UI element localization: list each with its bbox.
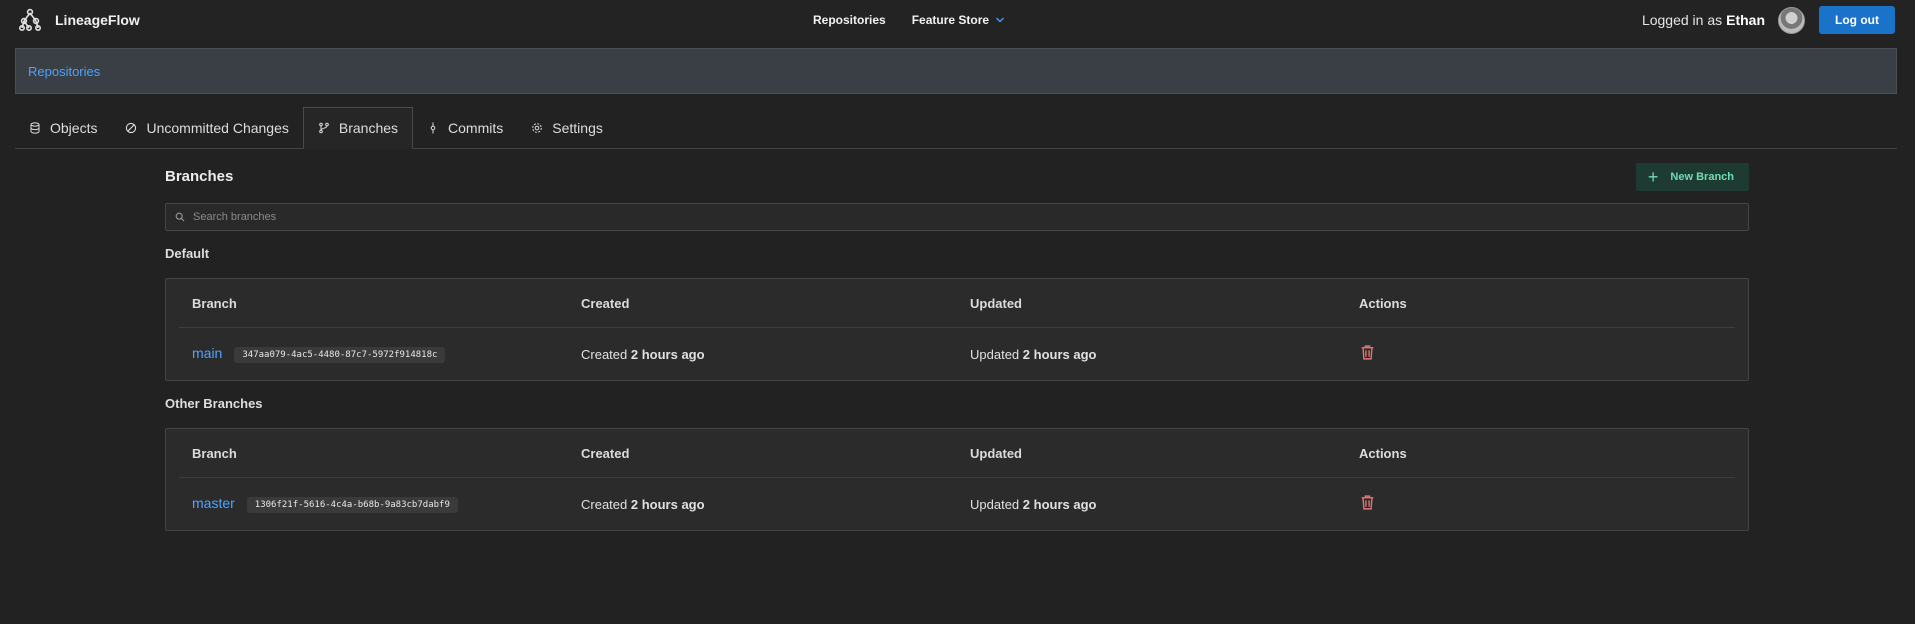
created-cell: Created 2 hours ago (568, 347, 957, 362)
default-branches-table: Branch Created Updated Actions main 347aa… (165, 278, 1749, 381)
col-branch: Branch (192, 295, 237, 311)
plus-icon: + (1647, 167, 1659, 187)
created-prefix: Created (581, 346, 628, 362)
tab-branches-label: Branches (338, 120, 399, 136)
trash-icon[interactable] (1359, 344, 1376, 361)
branch-cell: main 347aa079-4ac5-4480-87c7-5972f914818c (179, 345, 568, 363)
chevron-down-icon (996, 17, 1005, 23)
database-icon (30, 121, 40, 134)
created-value: 2 hours ago (630, 346, 705, 362)
created-cell: Created 2 hours ago (568, 497, 957, 512)
tab-uncommitted-changes-label: Uncommitted Changes (146, 119, 289, 136)
logged-in-label: Logged in as (1641, 12, 1723, 28)
updated-value: 2 hours ago (1022, 346, 1097, 362)
updated-prefix: Updated (970, 346, 1020, 362)
updated-prefix: Updated (970, 496, 1020, 512)
nav-repositories[interactable]: Repositories (813, 13, 886, 27)
branches-content: Branches + New Branch Default Branch Cre… (165, 163, 1749, 531)
tab-settings-label: Settings (552, 119, 603, 136)
top-bar: LineageFlow Repositories Feature Store L… (0, 0, 1915, 40)
search-icon (175, 212, 185, 222)
tab-commits-label: Commits (448, 119, 504, 136)
search-input[interactable] (193, 204, 1733, 230)
tab-settings[interactable]: Settings (517, 107, 617, 148)
commit-hash-badge: 347aa079-4ac5-4480-87c7-5972f914818c (234, 346, 446, 363)
nav-feature-store-label: Feature Store (911, 13, 990, 27)
table-row: main 347aa079-4ac5-4480-87c7-5972f914818c… (179, 328, 1735, 380)
table-header: Branch Created Updated Actions (179, 429, 1735, 478)
gear-icon (532, 122, 543, 133)
new-branch-button[interactable]: + New Branch (1635, 163, 1749, 191)
logout-button[interactable]: Log out (1819, 6, 1895, 34)
col-updated: Updated (970, 295, 1022, 311)
table-row: master 1306f21f-5616-4c4a-b68b-9a83cb7dab… (179, 478, 1735, 530)
trash-icon[interactable] (1359, 494, 1376, 511)
created-prefix: Created (581, 496, 628, 512)
app-name: LineageFlow (55, 12, 140, 28)
git-branch-icon (319, 122, 329, 134)
page-title: Branches (165, 168, 234, 185)
branch-link[interactable]: master (192, 495, 235, 511)
brand[interactable]: LineageFlow (17, 7, 140, 33)
col-created: Created (581, 295, 630, 311)
actions-cell (1346, 494, 1735, 514)
tab-objects-label: Objects (50, 119, 98, 136)
nav-feature-store-dropdown[interactable]: Feature Store (912, 13, 1005, 27)
user-box: Logged in as Ethan Log out (1642, 6, 1895, 34)
page-header: Branches + New Branch (165, 163, 1749, 191)
branch-link[interactable]: main (192, 345, 222, 361)
table-header: Branch Created Updated Actions (179, 279, 1735, 328)
col-updated: Updated (970, 445, 1022, 461)
breadcrumb: Repositories (15, 48, 1897, 94)
tab-objects[interactable]: Objects (15, 107, 111, 148)
updated-value: 2 hours ago (1022, 496, 1097, 512)
updated-cell: Updated 2 hours ago (957, 347, 1346, 362)
tab-branches[interactable]: Branches (302, 107, 414, 149)
branch-cell: master 1306f21f-5616-4c4a-b68b-9a83cb7dab… (179, 495, 568, 513)
col-branch: Branch (192, 445, 237, 461)
tab-commits[interactable]: Commits (413, 107, 517, 148)
tab-uncommitted-changes[interactable]: Uncommitted Changes (111, 107, 302, 148)
col-actions: Actions (1359, 295, 1407, 311)
other-branches-table: Branch Created Updated Actions master 130… (165, 428, 1749, 531)
avatar[interactable] (1778, 6, 1806, 34)
circle-slash-icon (126, 122, 137, 133)
actions-cell (1346, 344, 1735, 364)
repo-tabs: Objects Uncommitted Changes Branches Com… (15, 107, 1897, 149)
created-value: 2 hours ago (630, 496, 705, 512)
user-name: Ethan (1726, 12, 1766, 28)
updated-cell: Updated 2 hours ago (957, 497, 1346, 512)
breadcrumb-repositories[interactable]: Repositories (28, 64, 100, 79)
new-branch-label: New Branch (1670, 171, 1734, 183)
lineage-logo-icon (18, 8, 41, 31)
col-actions: Actions (1359, 445, 1407, 461)
commit-hash-badge: 1306f21f-5616-4c4a-b68b-9a83cb7dabf9 (246, 496, 458, 513)
git-commit-icon (430, 122, 436, 133)
search-box (165, 203, 1749, 231)
section-other-label: Other Branches (165, 396, 263, 411)
section-default-label: Default (165, 246, 210, 261)
col-created: Created (581, 445, 630, 461)
top-nav: Repositories Feature Store (813, 13, 1005, 27)
